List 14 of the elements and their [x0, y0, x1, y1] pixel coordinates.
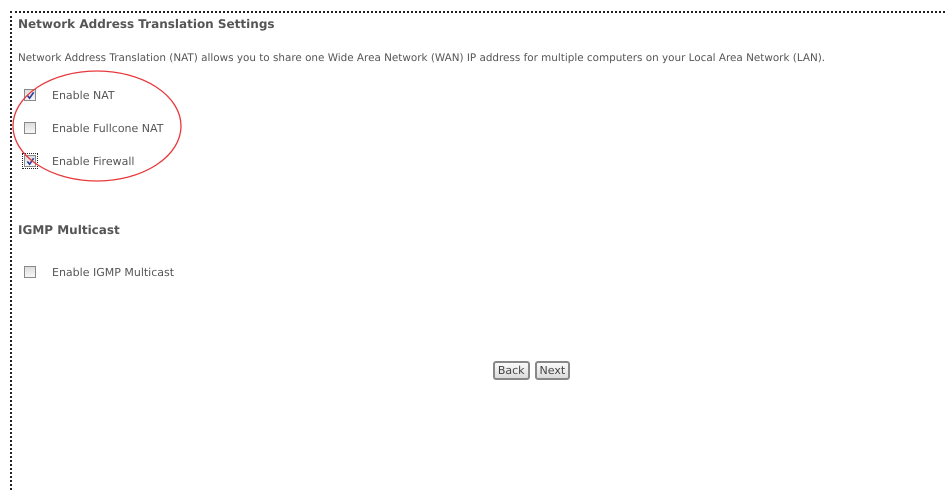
- checkbox[interactable]: [22, 120, 38, 136]
- section-title: Network Address Translation Settings: [18, 16, 276, 32]
- checkbox-label: Enable NAT: [52, 88, 115, 102]
- nav-button[interactable]: Back: [492, 361, 530, 380]
- checkmark-icon: [26, 90, 34, 100]
- section-title: IGMP Multicast: [18, 222, 121, 238]
- checkmark-icon: [26, 156, 34, 166]
- checkbox-label: Enable Fullcone NAT: [52, 122, 164, 134]
- checkbox[interactable]: [22, 153, 38, 169]
- nav-button[interactable]: Next: [534, 361, 570, 380]
- checkbox-label: Enable IGMP Multicast: [52, 266, 174, 278]
- checkbox[interactable]: [22, 264, 38, 280]
- checkbox-label: Enable Firewall: [52, 154, 134, 168]
- description-text: Network Address Translation (NAT) allows you to share one Wide Area Network (WAN) IP address for multiple computers on your Local Area Network (LAN).: [18, 51, 826, 65]
